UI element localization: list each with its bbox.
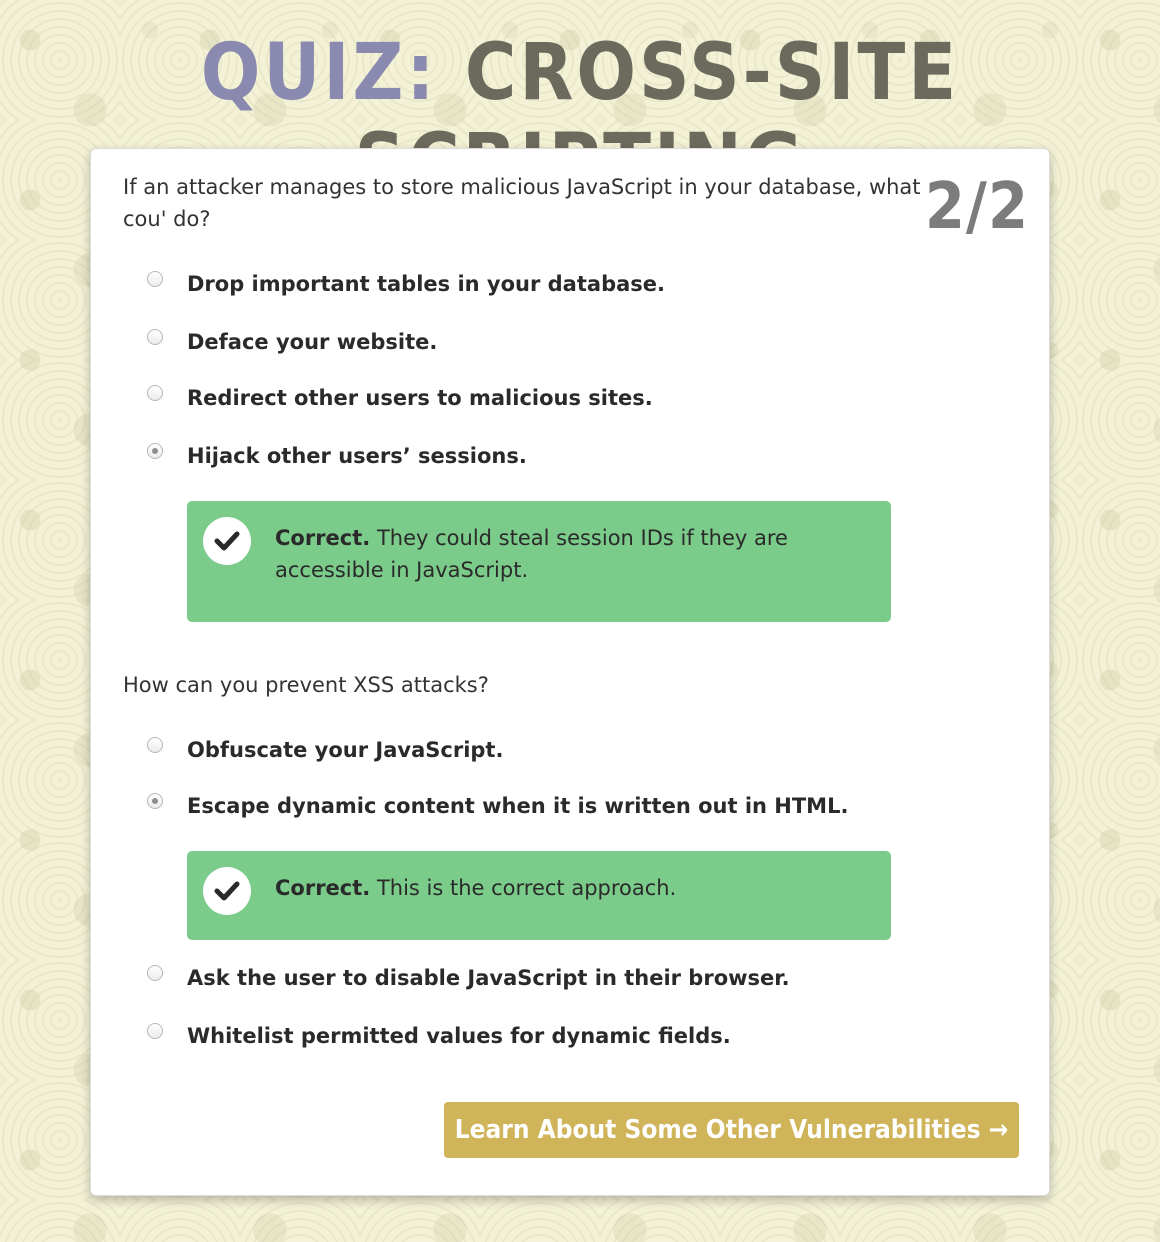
feedback-message: Correct. This is the correct approach. [275,872,871,904]
radio-button-selected[interactable] [147,443,163,459]
radio-button[interactable] [147,385,163,401]
question-counter: 2/2 [924,170,1029,244]
option-label: Escape dynamic content when it is writte… [187,794,849,818]
question-1-option-4[interactable]: Hijack other users’ sessions. [147,439,527,473]
radio-button[interactable] [147,965,163,981]
checkmark-icon [203,867,251,915]
question-1-option-1[interactable]: Drop important tables in your database. [147,267,665,301]
radio-button-selected[interactable] [147,793,163,809]
radio-button[interactable] [147,737,163,753]
question-2-option-3[interactable]: Ask the user to disable JavaScript in th… [147,961,790,995]
quiz-card: 2/2 If an attacker manages to store mali… [90,148,1050,1196]
question-2-option-2[interactable]: Escape dynamic content when it is writte… [147,789,848,823]
radio-button[interactable] [147,329,163,345]
feedback-status: Correct. [275,876,371,900]
checkmark-icon [203,517,251,565]
feedback-status: Correct. [275,526,371,550]
radio-button[interactable] [147,271,163,287]
option-label: Obfuscate your JavaScript. [187,738,504,762]
option-label: Redirect other users to malicious sites. [187,386,653,410]
option-label: Whitelist permitted values for dynamic f… [187,1024,731,1048]
option-label: Hijack other users’ sessions. [187,444,527,468]
feedback-correct: Correct. This is the correct approach. [187,851,891,940]
question-2-option-1[interactable]: Obfuscate your JavaScript. [147,733,503,767]
next-lesson-button[interactable]: Learn About Some Other Vulnerabilities → [444,1102,1019,1158]
feedback-explanation: This is the correct approach. [376,876,677,900]
question-2-option-4[interactable]: Whitelist permitted values for dynamic f… [147,1019,731,1053]
option-label: Ask the user to disable JavaScript in th… [187,966,790,990]
option-label: Deface your website. [187,330,438,354]
radio-button[interactable] [147,1023,163,1039]
feedback-correct: Correct. They could steal session IDs if… [187,501,891,622]
title-prefix: QUIZ: [200,28,438,118]
question-1-text: If an attacker manages to store maliciou… [123,175,921,231]
question-2-text: How can you prevent XSS attacks? [123,673,489,697]
option-label: Drop important tables in your database. [187,272,665,296]
feedback-message: Correct. They could steal session IDs if… [275,522,871,586]
question-1-option-3[interactable]: Redirect other users to malicious sites. [147,381,653,415]
question-1-option-2[interactable]: Deface your website. [147,325,437,359]
